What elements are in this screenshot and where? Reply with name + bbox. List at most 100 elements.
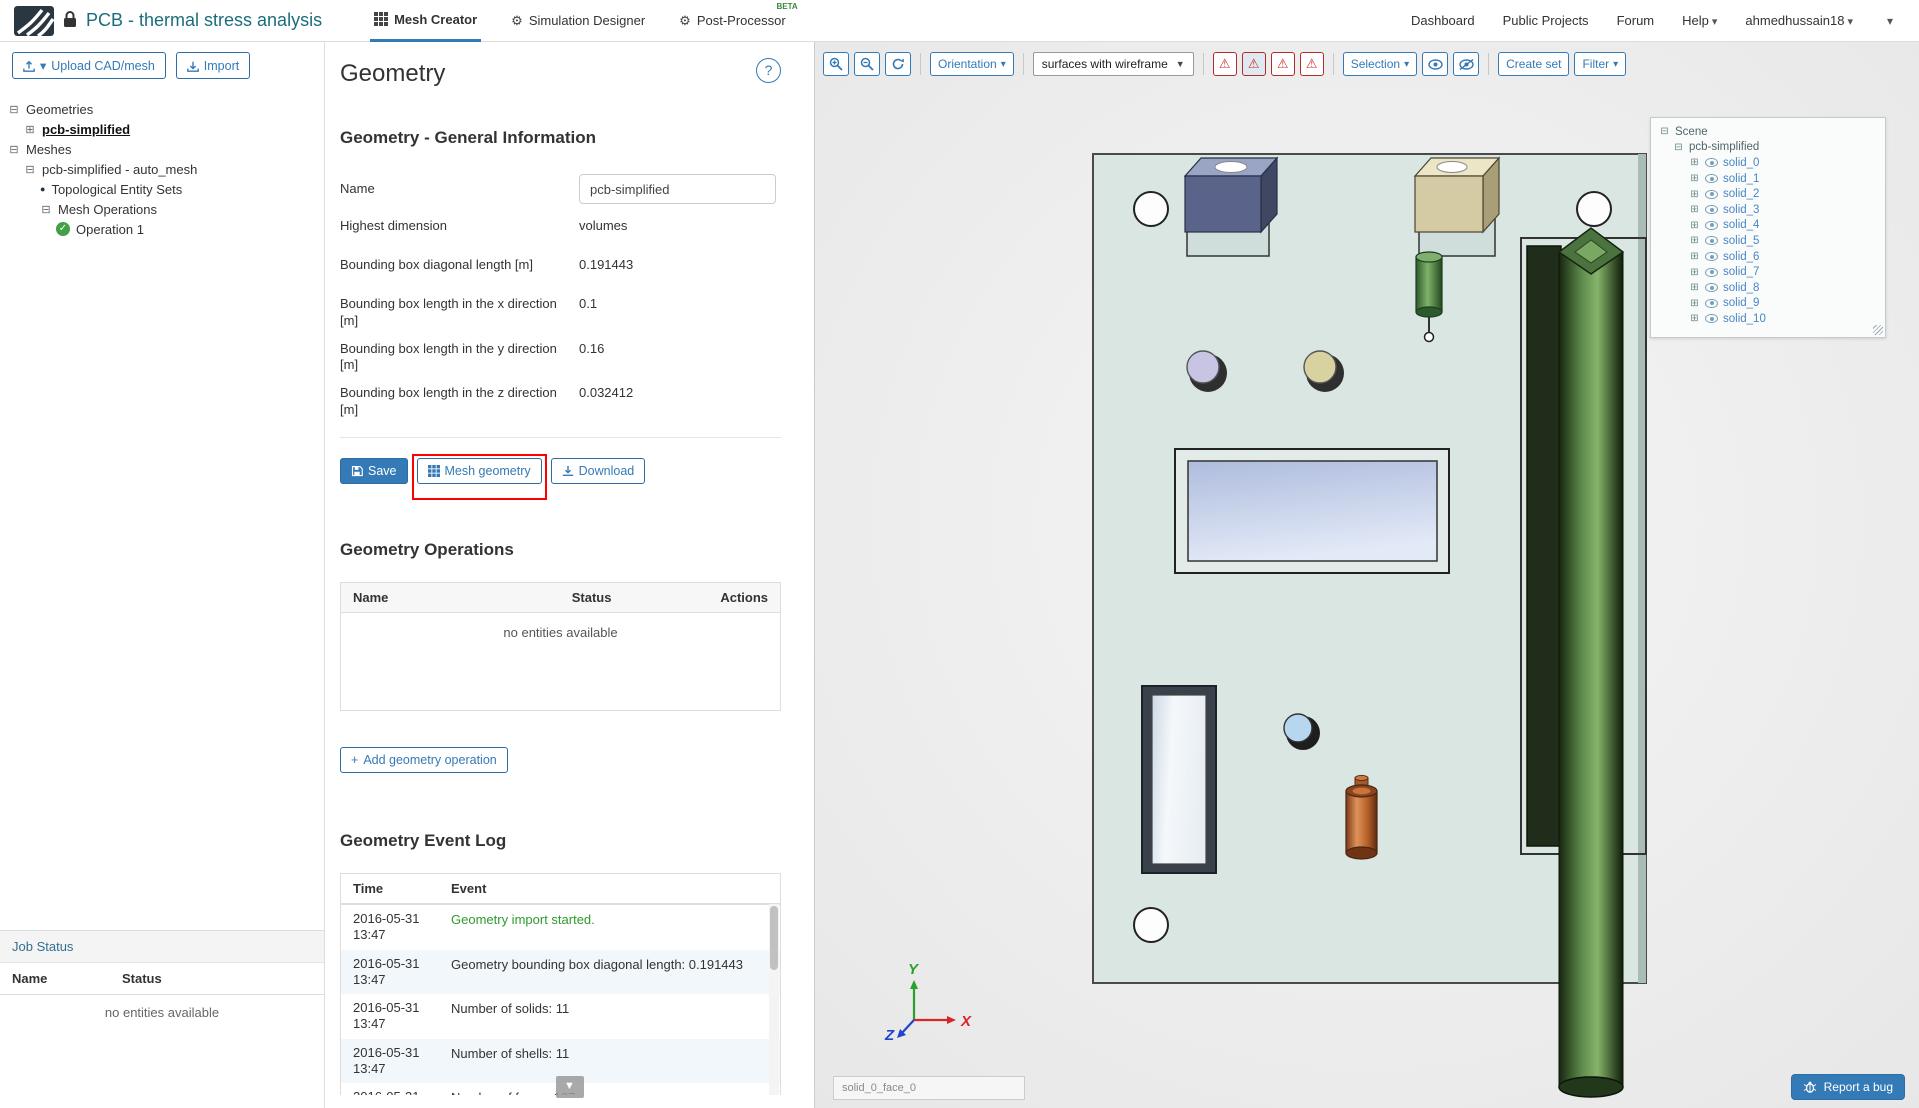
- eye-icon[interactable]: [1705, 205, 1718, 215]
- scrollbar-thumb[interactable]: [770, 906, 778, 971]
- tree-item-auto-mesh[interactable]: ⊟ pcb-simplified - auto_mesh: [8, 159, 316, 179]
- warning-toggle-4[interactable]: ⚠: [1299, 52, 1324, 76]
- app-logo[interactable]: [14, 5, 54, 36]
- warning-toggle-1[interactable]: ⚠: [1212, 52, 1237, 76]
- eye-icon[interactable]: [1705, 283, 1718, 293]
- zoom-out-button[interactable]: [854, 52, 880, 76]
- help-icon[interactable]: ?: [756, 58, 781, 83]
- chip-component-blue[interactable]: [1183, 156, 1279, 234]
- collapse-icon[interactable]: ⊟: [24, 163, 36, 176]
- expand-icon[interactable]: ⊞: [1689, 220, 1700, 231]
- tree-item-mesh-operations[interactable]: ⊟ Mesh Operations: [8, 199, 316, 219]
- capacitor-copper[interactable]: [1345, 774, 1378, 860]
- scene-tree-item-solid-6[interactable]: ⊞ solid_6: [1659, 249, 1877, 265]
- expand-icon[interactable]: ⊞: [24, 123, 36, 136]
- expand-icon[interactable]: ⊞: [1689, 204, 1700, 215]
- eye-icon[interactable]: [1705, 189, 1718, 199]
- add-geometry-operation-button[interactable]: + Add geometry operation: [340, 747, 508, 774]
- viewer-3d[interactable]: Y X Z Orientation ▾ surfaces with wirefr…: [815, 42, 1919, 1108]
- eye-icon[interactable]: [1705, 298, 1718, 308]
- tree-item-operation-1[interactable]: ✓ Operation 1: [8, 219, 316, 239]
- report-bug-button[interactable]: Report a bug: [1790, 1074, 1905, 1100]
- scene-tree-item-solid-0[interactable]: ⊞ solid_0: [1659, 155, 1877, 171]
- eye-icon[interactable]: [1705, 174, 1718, 184]
- overflow-menu-caret[interactable]: ▾: [1881, 14, 1899, 28]
- slot-component[interactable]: [1141, 685, 1217, 874]
- warning-toggle-2[interactable]: ⚠: [1241, 52, 1266, 76]
- scene-tree-item-solid-3[interactable]: ⊞ solid_3: [1659, 202, 1877, 218]
- tree-item-geometry-pcb-simplified[interactable]: ⊞ pcb-simplified: [8, 119, 316, 139]
- expand-icon[interactable]: ⊞: [1689, 235, 1700, 246]
- mounting-hole[interactable]: [1133, 191, 1169, 227]
- tree-item-topological-entity-sets[interactable]: ● Topological Entity Sets: [8, 179, 316, 199]
- selection-dropdown[interactable]: Selection ▾: [1342, 52, 1418, 76]
- chip-component-beige[interactable]: [1413, 156, 1501, 234]
- eye-icon[interactable]: [1705, 252, 1718, 262]
- expand-icon[interactable]: ⊞: [1689, 251, 1700, 262]
- collapse-icon[interactable]: ⊟: [1673, 142, 1684, 153]
- import-button[interactable]: Import: [175, 52, 251, 79]
- lcd-display[interactable]: [1174, 448, 1450, 574]
- upload-cad-button[interactable]: ▾ Upload CAD/mesh: [12, 52, 166, 79]
- zoom-in-button[interactable]: [823, 52, 849, 76]
- render-mode-select[interactable]: surfaces with wireframe ▼: [1032, 52, 1194, 76]
- job-status-col-name: Name: [12, 971, 48, 986]
- orientation-dropdown[interactable]: Orientation ▾: [930, 52, 1014, 76]
- nav-link-public-projects[interactable]: Public Projects: [1503, 13, 1589, 28]
- nav-link-forum[interactable]: Forum: [1617, 13, 1655, 28]
- hide-entities-button[interactable]: [1453, 52, 1480, 76]
- collapse-icon[interactable]: ⊟: [1659, 126, 1670, 137]
- collapse-icon[interactable]: ⊟: [40, 203, 52, 216]
- resize-grip[interactable]: [1873, 324, 1883, 335]
- caret-down-icon: ▾: [40, 59, 47, 73]
- scene-tree-root[interactable]: ⊟ Scene: [1659, 124, 1877, 140]
- help-menu[interactable]: Help ▾: [1682, 13, 1717, 28]
- warning-toggle-3[interactable]: ⚠: [1270, 52, 1295, 76]
- scene-tree-item-solid-1[interactable]: ⊞ solid_1: [1659, 171, 1877, 187]
- create-set-button[interactable]: Create set: [1498, 52, 1570, 76]
- expand-icon[interactable]: ⊞: [1689, 298, 1700, 309]
- expand-icon[interactable]: ⊞: [1689, 157, 1700, 168]
- scene-tree-item-solid-10[interactable]: ⊞ solid_10: [1659, 311, 1877, 327]
- expand-icon[interactable]: ⊞: [1689, 282, 1700, 293]
- collapse-icon[interactable]: ⊟: [8, 103, 20, 116]
- eye-icon[interactable]: [1705, 236, 1718, 246]
- show-entities-button[interactable]: [1422, 52, 1449, 76]
- mounting-hole[interactable]: [1576, 191, 1612, 227]
- nav-link-dashboard[interactable]: Dashboard: [1411, 13, 1475, 28]
- expand-icon[interactable]: ⊞: [1689, 189, 1700, 200]
- filter-dropdown[interactable]: Filter ▾: [1574, 52, 1627, 76]
- mounting-hole[interactable]: [1133, 907, 1169, 943]
- event-log-scrollbar[interactable]: [769, 904, 779, 1096]
- collapse-icon[interactable]: ⊟: [8, 143, 20, 156]
- scroll-down-button[interactable]: ▼: [555, 1076, 584, 1098]
- reset-view-button[interactable]: [885, 52, 911, 76]
- job-status-panel: Job Status Name Status no entities avail…: [0, 930, 324, 1108]
- top-navbar: PCB - thermal stress analysis Mesh Creat…: [0, 0, 1919, 42]
- tab-post-processor[interactable]: ⚙ Post-Processor BETA: [675, 0, 798, 42]
- user-menu[interactable]: ahmedhussain18 ▾: [1745, 13, 1853, 28]
- eye-icon[interactable]: [1705, 220, 1718, 230]
- expand-icon[interactable]: ⊞: [1689, 267, 1700, 278]
- scene-tree-item-solid-9[interactable]: ⊞ solid_9: [1659, 296, 1877, 312]
- download-button[interactable]: Download: [550, 458, 646, 485]
- mesh-geometry-button[interactable]: Mesh geometry: [416, 458, 542, 485]
- tree-item-meshes[interactable]: ⊟ Meshes: [8, 139, 316, 159]
- scene-tree-item-solid-7[interactable]: ⊞ solid_7: [1659, 264, 1877, 280]
- tree-item-geometries[interactable]: ⊟ Geometries: [8, 99, 316, 119]
- eye-icon[interactable]: [1705, 267, 1718, 277]
- save-button[interactable]: Save: [340, 458, 408, 485]
- expand-icon[interactable]: ⊞: [1689, 173, 1700, 184]
- expand-icon[interactable]: ⊞: [1689, 313, 1700, 324]
- scene-tree-item-solid-5[interactable]: ⊞ solid_5: [1659, 233, 1877, 249]
- scene-tree-item-solid-2[interactable]: ⊞ solid_2: [1659, 186, 1877, 202]
- job-status-header: Name Status: [0, 963, 324, 995]
- scene-tree-item-solid-8[interactable]: ⊞ solid_8: [1659, 280, 1877, 296]
- scene-tree-geometry[interactable]: ⊟ pcb-simplified: [1659, 140, 1877, 156]
- eye-icon[interactable]: [1705, 158, 1718, 168]
- tab-simulation-designer[interactable]: ⚙ Simulation Designer: [507, 0, 649, 42]
- geometry-name-input[interactable]: [579, 174, 776, 204]
- eye-icon[interactable]: [1705, 314, 1718, 324]
- scene-tree-item-solid-4[interactable]: ⊞ solid_4: [1659, 218, 1877, 234]
- tab-mesh-creator[interactable]: Mesh Creator: [370, 0, 482, 42]
